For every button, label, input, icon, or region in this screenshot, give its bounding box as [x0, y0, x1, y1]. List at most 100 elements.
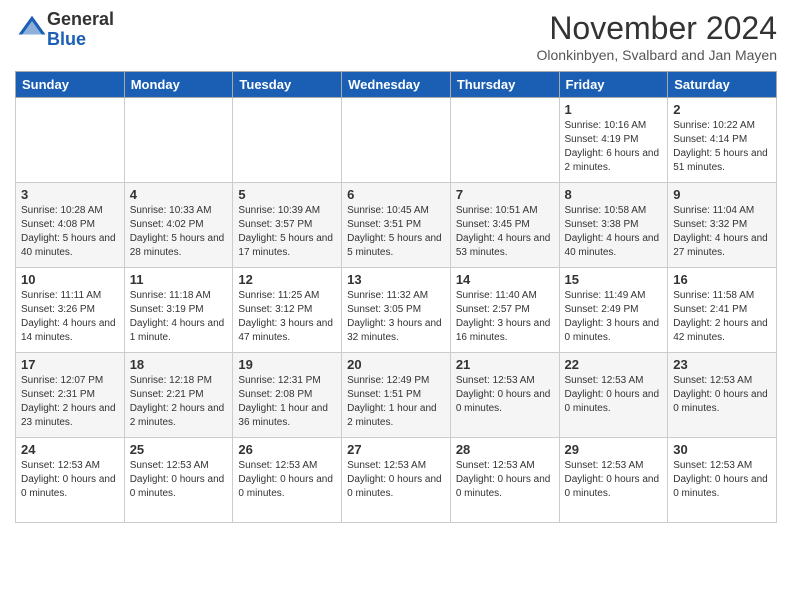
- calendar-cell: 3 Sunrise: 10:28 AM Sunset: 4:08 PM Dayli…: [16, 183, 125, 268]
- day-number: 2: [673, 102, 771, 117]
- calendar-cell: 6Sunrise: 10:45 AM Sunset: 3:51 PM Dayli…: [342, 183, 451, 268]
- calendar-cell: 13 Sunrise: 11:32 AM Sunset: 3:05 PM Dayl…: [342, 268, 451, 353]
- day-number: 12: [238, 272, 336, 287]
- day-number: 25: [130, 442, 228, 457]
- day-info: Sunrise: 10:22 AM Sunset: 4:14 PM Daylig…: [673, 119, 771, 175]
- calendar-cell: 7 Sunrise: 10:51 AM Sunset: 3:45 PM Dayli…: [450, 183, 559, 268]
- day-number: 14: [456, 272, 554, 287]
- calendar-cell: 8 Sunrise: 10:58 AM Sunset: 3:38 PM Dayli…: [559, 183, 668, 268]
- day-info: Sunrise: 10:51 AM Sunset: 3:45 PM Daylig…: [456, 204, 554, 260]
- calendar-cell: 27 Sunset: 12:53 AM Daylight: 0 hours and…: [342, 438, 451, 523]
- calendar-cell: 19 Sunrise: 12:31 PM Sunset: 2:08 PM Dayl…: [233, 353, 342, 438]
- day-info: Sunset: 12:53 AM Daylight: 0 hours and 0…: [347, 459, 445, 501]
- day-info: Sunset: 12:53 AM Daylight: 0 hours and 0…: [456, 459, 554, 501]
- day-info: Sunrise: 10:16 AM Sunset: 4:19 PM Daylig…: [565, 119, 663, 175]
- calendar-cell: 26Sunset: 12:53 AM Daylight: 0 hours and…: [233, 438, 342, 523]
- calendar-week-row: 24 Sunset: 12:53 AM Daylight: 0 hours and…: [16, 438, 777, 523]
- day-number: 26: [238, 442, 336, 457]
- day-number: 20: [347, 357, 445, 372]
- calendar-cell: 21Sunset: 12:53 AM Daylight: 0 hours and…: [450, 353, 559, 438]
- day-of-week-header: Sunday: [16, 72, 125, 98]
- day-number: 3: [21, 187, 119, 202]
- day-info: Sunset: 12:53 AM Daylight: 0 hours and 0…: [673, 374, 771, 416]
- calendar-cell: 28 Sunset: 12:53 AM Daylight: 0 hours and…: [450, 438, 559, 523]
- calendar-cell: 24 Sunset: 12:53 AM Daylight: 0 hours and…: [16, 438, 125, 523]
- day-info: Sunrise: 11:49 AM Sunset: 2:49 PM Daylig…: [565, 289, 663, 345]
- day-number: 16: [673, 272, 771, 287]
- day-number: 1: [565, 102, 663, 117]
- day-info: Sunrise: 12:49 PM Sunset: 1:51 PM Daylig…: [347, 374, 445, 430]
- calendar-cell: 29 Sunset: 12:53 AM Daylight: 0 hours and…: [559, 438, 668, 523]
- calendar-cell: [342, 98, 451, 183]
- day-number: 21: [456, 357, 554, 372]
- day-number: 11: [130, 272, 228, 287]
- calendar-table: SundayMondayTuesdayWednesdayThursdayFrid…: [15, 71, 777, 523]
- day-of-week-header: Friday: [559, 72, 668, 98]
- logo-icon: [17, 12, 47, 42]
- calendar-cell: [233, 98, 342, 183]
- calendar-cell: 5Sunrise: 10:39 AM Sunset: 3:57 PM Dayli…: [233, 183, 342, 268]
- calendar-cell: 18Sunrise: 12:18 PM Sunset: 2:21 PM Dayl…: [124, 353, 233, 438]
- day-info: Sunset: 12:53 AM Daylight: 0 hours and 0…: [130, 459, 228, 501]
- day-number: 22: [565, 357, 663, 372]
- calendar-week-row: 3 Sunrise: 10:28 AM Sunset: 4:08 PM Dayli…: [16, 183, 777, 268]
- day-info: Sunrise: 10:28 AM Sunset: 4:08 PM Daylig…: [21, 204, 119, 260]
- day-number: 15: [565, 272, 663, 287]
- day-info: Sunset: 12:53 AM Daylight: 0 hours and 0…: [565, 459, 663, 501]
- month-title: November 2024: [537, 10, 777, 47]
- calendar-week-row: 10 Sunrise: 11:11 AM Sunset: 3:26 PM Dayl…: [16, 268, 777, 353]
- day-number: 23: [673, 357, 771, 372]
- day-info: Sunrise: 12:18 PM Sunset: 2:21 PM Daylig…: [130, 374, 228, 430]
- calendar-cell: [450, 98, 559, 183]
- day-number: 29: [565, 442, 663, 457]
- calendar-cell: [124, 98, 233, 183]
- day-info: Sunrise: 10:45 AM Sunset: 3:51 PM Daylig…: [347, 204, 445, 260]
- calendar-header-row: SundayMondayTuesdayWednesdayThursdayFrid…: [16, 72, 777, 98]
- calendar-week-row: 1 Sunrise: 10:16 AM Sunset: 4:19 PM Dayli…: [16, 98, 777, 183]
- calendar-cell: 1 Sunrise: 10:16 AM Sunset: 4:19 PM Dayli…: [559, 98, 668, 183]
- day-info: Sunrise: 11:04 AM Sunset: 3:32 PM Daylig…: [673, 204, 771, 260]
- title-block: November 2024 Olonkinbyen, Svalbard and …: [537, 10, 777, 63]
- calendar-cell: 30Sunset: 12:53 AM Daylight: 0 hours and…: [668, 438, 777, 523]
- calendar-cell: 11Sunrise: 11:18 AM Sunset: 3:19 PM Dayl…: [124, 268, 233, 353]
- calendar-cell: 9 Sunrise: 11:04 AM Sunset: 3:32 PM Dayli…: [668, 183, 777, 268]
- calendar-cell: [16, 98, 125, 183]
- day-info: Sunrise: 11:25 AM Sunset: 3:12 PM Daylig…: [238, 289, 336, 345]
- day-number: 13: [347, 272, 445, 287]
- calendar-cell: 17 Sunrise: 12:07 PM Sunset: 2:31 PM Dayl…: [16, 353, 125, 438]
- calendar-cell: 22 Sunset: 12:53 AM Daylight: 0 hours and…: [559, 353, 668, 438]
- day-info: Sunset: 12:53 AM Daylight: 0 hours and 0…: [565, 374, 663, 416]
- day-number: 17: [21, 357, 119, 372]
- day-number: 4: [130, 187, 228, 202]
- day-info: Sunrise: 10:58 AM Sunset: 3:38 PM Daylig…: [565, 204, 663, 260]
- day-number: 10: [21, 272, 119, 287]
- calendar-cell: 16 Sunrise: 11:58 AM Sunset: 2:41 PM Dayl…: [668, 268, 777, 353]
- location: Olonkinbyen, Svalbard and Jan Mayen: [537, 47, 777, 63]
- day-info: Sunrise: 12:31 PM Sunset: 2:08 PM Daylig…: [238, 374, 336, 430]
- day-info: Sunset: 12:53 AM Daylight: 0 hours and 0…: [673, 459, 771, 501]
- logo: General Blue: [15, 10, 114, 50]
- day-number: 9: [673, 187, 771, 202]
- day-of-week-header: Wednesday: [342, 72, 451, 98]
- calendar-week-row: 17 Sunrise: 12:07 PM Sunset: 2:31 PM Dayl…: [16, 353, 777, 438]
- day-info: Sunrise: 11:32 AM Sunset: 3:05 PM Daylig…: [347, 289, 445, 345]
- day-info: Sunset: 12:53 AM Daylight: 0 hours and 0…: [21, 459, 119, 501]
- day-info: Sunrise: 12:07 PM Sunset: 2:31 PM Daylig…: [21, 374, 119, 430]
- logo-general: General: [47, 9, 114, 29]
- day-number: 19: [238, 357, 336, 372]
- day-of-week-header: Tuesday: [233, 72, 342, 98]
- day-number: 24: [21, 442, 119, 457]
- day-number: 8: [565, 187, 663, 202]
- day-number: 27: [347, 442, 445, 457]
- calendar-cell: 23 Sunset: 12:53 AM Daylight: 0 hours and…: [668, 353, 777, 438]
- day-number: 7: [456, 187, 554, 202]
- day-number: 5: [238, 187, 336, 202]
- day-info: Sunrise: 11:11 AM Sunset: 3:26 PM Daylig…: [21, 289, 119, 345]
- header: General Blue November 2024 Olonkinbyen, …: [15, 10, 777, 63]
- calendar-cell: 15 Sunrise: 11:49 AM Sunset: 2:49 PM Dayl…: [559, 268, 668, 353]
- day-info: Sunrise: 10:33 AM Sunset: 4:02 PM Daylig…: [130, 204, 228, 260]
- day-info: Sunrise: 11:58 AM Sunset: 2:41 PM Daylig…: [673, 289, 771, 345]
- calendar-cell: 4 Sunrise: 10:33 AM Sunset: 4:02 PM Dayli…: [124, 183, 233, 268]
- day-of-week-header: Thursday: [450, 72, 559, 98]
- day-number: 28: [456, 442, 554, 457]
